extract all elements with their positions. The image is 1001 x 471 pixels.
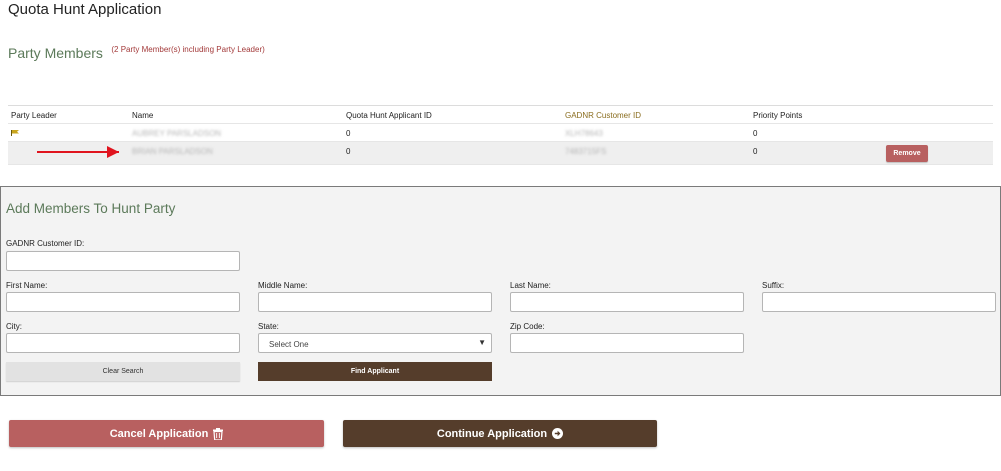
city-input[interactable] xyxy=(6,333,240,353)
zip-input[interactable] xyxy=(510,333,744,353)
col-party-leader: Party Leader xyxy=(11,111,57,120)
suffix-label: Suffix: xyxy=(762,281,785,290)
party-members-table: Party Leader Name Quota Hunt Applicant I… xyxy=(8,105,993,165)
first-name-input[interactable] xyxy=(6,292,240,312)
clear-search-button[interactable]: Clear Search xyxy=(6,362,240,381)
table-header-row: Party Leader Name Quota Hunt Applicant I… xyxy=(8,106,993,124)
customer-id-input[interactable] xyxy=(6,251,240,271)
col-name: Name xyxy=(132,111,154,120)
table-row: AUBREY PARSLADSON 0 XLH78643 0 xyxy=(8,124,993,142)
trash-icon xyxy=(213,427,224,440)
member-customer-id: XLH78643 xyxy=(565,129,603,138)
first-name-label: First Name: xyxy=(6,281,48,290)
middle-name-label: Middle Name: xyxy=(258,281,308,290)
leader-flag-icon xyxy=(11,129,19,136)
city-label: City: xyxy=(6,322,22,331)
state-select[interactable]: Select One ▼ xyxy=(258,333,492,353)
continue-application-button[interactable]: Continue Application xyxy=(343,420,657,447)
member-applicant-id: 0 xyxy=(346,129,351,138)
state-label: State: xyxy=(258,322,279,331)
add-members-title: Add Members To Hunt Party xyxy=(6,201,176,216)
member-name: BRIAN PARSLADSON xyxy=(132,147,213,156)
cancel-application-label: Cancel Application xyxy=(109,427,209,440)
middle-name-input[interactable] xyxy=(258,292,492,312)
add-members-panel: Add Members To Hunt Party GADNR Customer… xyxy=(0,186,1001,396)
zip-label: Zip Code: xyxy=(510,322,545,331)
suffix-input[interactable] xyxy=(762,292,996,312)
page-title: Quota Hunt Application xyxy=(8,1,162,18)
cancel-application-button[interactable]: Cancel Application xyxy=(9,420,324,447)
continue-application-label: Continue Application xyxy=(436,427,548,440)
customer-id-label: GADNR Customer ID: xyxy=(6,239,85,248)
member-customer-id: 7483715FS xyxy=(565,147,607,156)
last-name-label: Last Name: xyxy=(510,281,551,290)
party-members-title: Party Members xyxy=(8,45,103,61)
last-name-input[interactable] xyxy=(510,292,744,312)
find-applicant-button[interactable]: Find Applicant xyxy=(258,362,492,381)
state-select-value: Select One xyxy=(269,340,309,349)
arrow-circle-right-icon xyxy=(552,428,564,439)
member-priority-points: 0 xyxy=(753,147,758,156)
member-priority-points: 0 xyxy=(753,129,758,138)
member-name: AUBREY PARSLADSON xyxy=(132,129,222,138)
remove-member-button[interactable]: Remove xyxy=(886,145,928,162)
party-member-count: (2 Party Member(s) including Party Leade… xyxy=(111,45,265,54)
col-customer-id[interactable]: GADNR Customer ID xyxy=(565,111,641,120)
table-row: BRIAN PARSLADSON 0 7483715FS 0 Remove xyxy=(8,142,993,165)
col-applicant-id: Quota Hunt Applicant ID xyxy=(346,111,432,120)
party-members-heading: Party Members (2 Party Member(s) includi… xyxy=(8,45,265,63)
chevron-down-icon: ▼ xyxy=(478,338,486,347)
annotation-arrow-head xyxy=(107,146,119,158)
col-priority-points: Priority Points xyxy=(753,111,803,120)
member-applicant-id: 0 xyxy=(346,147,351,156)
